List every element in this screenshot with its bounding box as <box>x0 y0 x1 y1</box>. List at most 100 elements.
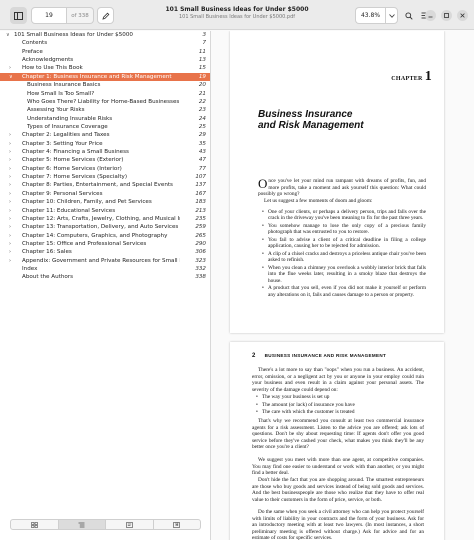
sidebar-view-switcher <box>10 519 201 530</box>
page2-paragraph-4: Don't hide the fact that you are shoppin… <box>252 477 424 503</box>
outline-item-label: Preface <box>22 48 43 55</box>
outline-item-label: Index <box>22 266 38 273</box>
outline-item-page: 11 <box>198 48 206 55</box>
bullet-item: The amount (or lack) of insurance you ha… <box>256 402 422 409</box>
outline-item-page: 3 <box>202 32 206 38</box>
outline-item[interactable]: Preface 11 <box>0 48 210 56</box>
outline-item[interactable]: › Chapter 14: Computers, Graphics, and Ph… <box>0 232 210 240</box>
page2-paragraph-1: There's a lot more to say than "oops" wh… <box>252 367 424 393</box>
outline-item-label: Contents <box>22 40 48 47</box>
outline-item-page: 13 <box>198 57 206 64</box>
outline-item[interactable]: Who Goes There? Liability for Home-Based… <box>0 98 210 106</box>
expand-right-icon[interactable]: › <box>9 173 11 181</box>
outline-item-page: 7 <box>202 40 206 47</box>
annotations-tab[interactable] <box>106 520 154 529</box>
expand-right-icon[interactable]: › <box>9 198 11 206</box>
outline-item[interactable]: › Chapter 6: Home Services (Interior) 77 <box>0 165 210 173</box>
expand-right-icon[interactable]: › <box>9 64 11 72</box>
outline-item-page: 25 <box>198 123 206 130</box>
annotate-button[interactable] <box>97 7 114 24</box>
document-title: 101 Small Business Ideas for Under $5000 <box>165 6 309 13</box>
outline-item[interactable]: › Chapter 16: Sales 306 <box>0 248 210 256</box>
outline-item-label: Chapter 9: Personal Services <box>22 190 103 197</box>
expand-right-icon[interactable]: › <box>9 148 11 156</box>
outline-item[interactable]: How Small Is Too Small? 21 <box>0 90 210 98</box>
expand-right-icon[interactable]: › <box>9 131 11 139</box>
outline-item-page: 306 <box>195 249 206 256</box>
expand-down-icon[interactable]: ∨ <box>6 31 10 39</box>
chapter-lead-sentence: Let us suggest a few moments of doom and… <box>264 198 373 204</box>
zoom-dropdown-button[interactable] <box>385 7 398 24</box>
maximize-icon <box>444 13 449 18</box>
expand-right-icon[interactable]: › <box>9 190 11 198</box>
outline-tab[interactable] <box>58 520 106 529</box>
outline-item[interactable]: ∨ 101 Small Business Ideas for Under $500… <box>0 31 210 39</box>
outline-item[interactable]: Index 332 <box>0 265 210 273</box>
outline-item[interactable]: › Chapter 9: Personal Services 167 <box>0 190 210 198</box>
outline-item-page: 332 <box>195 266 206 273</box>
outline-item[interactable]: › Chapter 13: Transportation, Delivery, a… <box>0 223 210 231</box>
outline-item[interactable]: › Chapter 5: Home Services (Exterior) 47 <box>0 156 210 164</box>
expand-right-icon[interactable]: › <box>9 248 11 256</box>
outline-item-page: 107 <box>195 174 206 181</box>
outline-item[interactable]: Contents 7 <box>0 39 210 47</box>
outline-item-page: 213 <box>195 207 206 214</box>
page-number-input[interactable]: 19 <box>31 7 67 24</box>
search-button[interactable] <box>402 7 416 24</box>
expand-right-icon[interactable]: › <box>9 181 11 189</box>
document-view[interactable]: CHAPTER 1 Business Insurance and Risk Man… <box>212 31 474 540</box>
thumbnails-tab[interactable] <box>11 520 59 529</box>
outline-item-label: Who Goes There? Liability for Home-Based… <box>27 98 180 105</box>
outline-item[interactable]: › How to Use This Book 15 <box>0 64 210 72</box>
expand-right-icon[interactable]: › <box>9 207 11 215</box>
outline-item[interactable]: › Chapter 10: Children, Family, and Pet S… <box>0 198 210 206</box>
window-title: 101 Small Business Ideas for Under $5000… <box>150 6 324 20</box>
expand-right-icon[interactable]: › <box>9 140 11 148</box>
page2-paragraph-5: Do the same when you seek a civil attorn… <box>252 509 424 540</box>
expand-right-icon[interactable]: › <box>9 240 11 248</box>
outline-item-page: 21 <box>198 90 206 97</box>
outline-item[interactable]: › Chapter 4: Financing a Small Business 43 <box>0 148 210 156</box>
outline-item-label: Chapter 16: Sales <box>22 249 72 256</box>
outline-item-label: Chapter 11: Educational Services <box>22 207 116 214</box>
outline-item[interactable]: About the Authors 338 <box>0 273 210 281</box>
expand-right-icon[interactable]: › <box>9 165 11 173</box>
outline-item[interactable]: › Chapter 8: Parties, Entertainment, and … <box>0 181 210 189</box>
sidebar-toggle-button[interactable] <box>10 7 27 24</box>
outline-item-page: 167 <box>195 190 206 197</box>
zoom-level[interactable]: 43.8% <box>355 7 385 24</box>
expand-right-icon[interactable]: › <box>9 156 11 164</box>
outline-item-label: Understanding Insurable Risks <box>27 115 113 122</box>
outline-item[interactable]: Types of Insurance Coverage 25 <box>0 123 210 131</box>
close-button[interactable] <box>457 10 468 21</box>
outline-item[interactable]: › Chapter 2: Legalities and Taxes 29 <box>0 131 210 139</box>
outline-item[interactable]: › Chapter 15: Office and Professional Ser… <box>0 240 210 248</box>
outline-item-selected[interactable]: ∨ Chapter 1: Business Insurance and Risk … <box>0 72 210 82</box>
outline-item[interactable]: › Chapter 7: Home Services (Specialty) 107 <box>0 173 210 181</box>
minimize-button[interactable] <box>425 10 436 21</box>
outline-item-label: Chapter 15: Office and Professional Serv… <box>22 240 147 247</box>
outline-item[interactable]: › Chapter 11: Educational Services 213 <box>0 207 210 215</box>
expand-right-icon[interactable]: › <box>9 232 11 240</box>
bookmarks-tab[interactable] <box>154 520 201 529</box>
outline-item[interactable]: Assessing Your Risks 23 <box>0 106 210 114</box>
outline-item[interactable]: Business Insurance Basics 20 <box>0 81 210 89</box>
expand-down-icon[interactable]: ∨ <box>9 73 13 81</box>
maximize-button[interactable] <box>441 10 452 21</box>
expand-right-icon[interactable]: › <box>9 257 11 265</box>
expand-right-icon[interactable]: › <box>9 215 11 223</box>
outline-item[interactable]: Acknowledgments 13 <box>0 56 210 64</box>
outline-item[interactable]: › Appendix: Government and Private Resour… <box>0 257 210 265</box>
bullet-item: One of your clients, or perhaps a delive… <box>262 209 426 222</box>
outline-item-label: Chapter 6: Home Services (Interior) <box>22 165 122 172</box>
outline-item[interactable]: › Chapter 12: Arts, Crafts, Jewelry, Clot… <box>0 215 210 223</box>
expand-right-icon[interactable]: › <box>9 223 11 231</box>
outline-item-page: 43 <box>198 149 206 156</box>
outline-item-label: Chapter 13: Transportation, Delivery, an… <box>22 224 179 231</box>
outline-item[interactable]: › Chapter 3: Setting Your Price 35 <box>0 140 210 148</box>
outline-item-label: Chapter 5: Home Services (Exterior) <box>22 157 124 164</box>
outline-item-page: 20 <box>198 82 206 89</box>
outline-item-label: Types of Insurance Coverage <box>27 123 108 130</box>
outline-item[interactable]: Understanding Insurable Risks 24 <box>0 115 210 123</box>
outline-item-label: Appendix: Government and Private Resourc… <box>22 257 180 264</box>
